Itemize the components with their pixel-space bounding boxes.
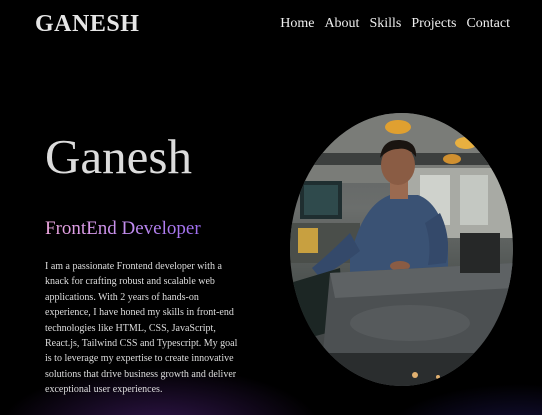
role-title: FrontEnd Developer [45, 218, 201, 239]
site-logo[interactable]: GANESH [35, 11, 139, 38]
nav-home-link[interactable]: Home [280, 16, 314, 32]
profile-photo [290, 113, 513, 386]
main-nav: Home About Skills Projects Contact [280, 16, 510, 32]
profile-photo-illustration [290, 113, 513, 386]
nav-contact-link[interactable]: Contact [466, 16, 510, 32]
nav-projects-link[interactable]: Projects [411, 16, 456, 32]
nav-skills-link[interactable]: Skills [369, 16, 401, 32]
hero-name: Ganesh [45, 129, 192, 184]
bio-paragraph: I am a passionate Frontend developer wit… [45, 261, 238, 396]
nav-about-link[interactable]: About [324, 16, 359, 32]
